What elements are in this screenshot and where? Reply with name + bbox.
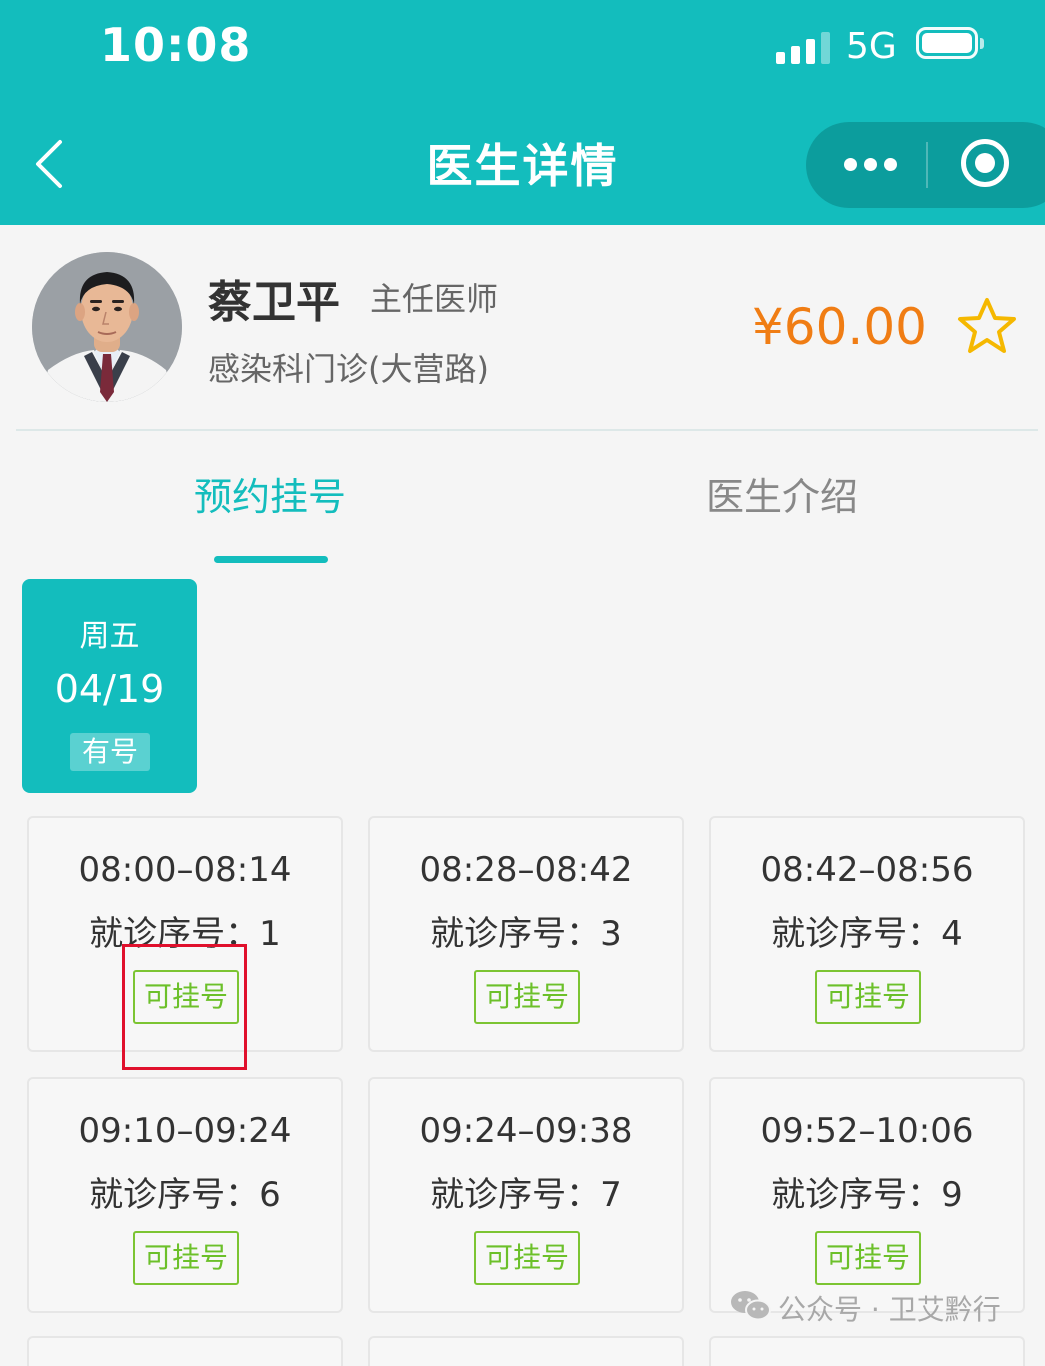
register-button[interactable]: 可挂号 (815, 1231, 921, 1285)
slot-seq-label: 就诊序号： (771, 1175, 942, 1215)
star-outline-icon (958, 298, 1016, 353)
battery-icon (916, 27, 984, 63)
time-slot-card-partial (368, 1336, 684, 1366)
doctor-name: 蔡卫平 (208, 277, 340, 328)
slot-seq-value: 3 (600, 914, 622, 954)
date-weekday: 周五 (79, 619, 140, 654)
time-slot-card-partial (27, 1336, 343, 1366)
slot-time: 09:10–09:24 (78, 1111, 292, 1151)
info-divider (16, 429, 1038, 431)
slot-time: 08:42–08:56 (760, 850, 974, 890)
slot-sequence: 就诊序号：3 (370, 906, 682, 955)
date-day: 04/19 (54, 667, 165, 711)
slot-seq-value: 6 (259, 1175, 281, 1215)
tab-active-indicator (214, 556, 328, 563)
slot-seq-label: 就诊序号： (771, 914, 942, 954)
time-slot-card: 08:42–08:56 就诊序号：4 可挂号 (709, 816, 1025, 1052)
date-status-badge: 有号 (70, 733, 150, 771)
doctor-title: 主任医师 (370, 280, 499, 318)
register-button[interactable]: 可挂号 (133, 1231, 239, 1285)
network-type: 5G (846, 26, 897, 67)
register-button[interactable]: 可挂号 (474, 1231, 580, 1285)
register-button[interactable]: 可挂号 (815, 970, 921, 1024)
close-mini-program-button[interactable] (940, 122, 1030, 208)
more-button[interactable] (826, 122, 916, 208)
time-slot-card-partial (709, 1336, 1025, 1366)
doctor-avatar (32, 252, 182, 402)
time-slot-card: 09:24–09:38 就诊序号：7 可挂号 (368, 1077, 684, 1313)
slot-seq-value: 7 (600, 1175, 622, 1215)
slot-time: 08:28–08:42 (419, 850, 633, 890)
slot-seq-value: 1 (259, 914, 281, 954)
slot-seq-value: 4 (941, 914, 963, 954)
tab-doctor-intro[interactable]: 医生介绍 (706, 466, 858, 521)
doctor-department: 感染科门诊(大营路) (208, 350, 489, 388)
slot-time: 09:24–09:38 (419, 1111, 633, 1151)
slot-sequence: 就诊序号：4 (711, 906, 1023, 955)
register-button[interactable]: 可挂号 (474, 970, 580, 1024)
date-card[interactable]: 周五 04/19 有号 (22, 579, 197, 793)
slot-seq-value: 9 (941, 1175, 963, 1215)
wechat-icon (731, 1291, 771, 1321)
time-slot-card: 09:52–10:06 就诊序号：9 可挂号 (709, 1077, 1025, 1313)
mini-program-capsule (806, 122, 1045, 208)
status-time: 10:08 (100, 18, 252, 72)
header: 10:08 5G 医生详情 (0, 0, 1045, 225)
consultation-price: ¥60.00 (752, 298, 927, 356)
highlight-annotation (122, 944, 247, 1070)
slot-sequence: 就诊序号：6 (29, 1167, 341, 1216)
slot-seq-label: 就诊序号： (89, 1175, 260, 1215)
slot-seq-label: 就诊序号： (430, 1175, 601, 1215)
watermark-text: 公众号 · 卫艾黔行 (778, 1293, 1001, 1326)
slot-time: 09:52–10:06 (760, 1111, 974, 1151)
slot-sequence: 就诊序号：9 (711, 1167, 1023, 1216)
slot-time: 08:00–08:14 (78, 850, 292, 890)
tab-booking[interactable]: 预约挂号 (194, 466, 346, 521)
slot-sequence: 就诊序号：7 (370, 1167, 682, 1216)
time-slot-card: 08:28–08:42 就诊序号：3 可挂号 (368, 816, 684, 1052)
favorite-button[interactable] (954, 294, 1020, 360)
signal-bars-icon (776, 30, 830, 64)
time-slot-card: 09:10–09:24 就诊序号：6 可挂号 (27, 1077, 343, 1313)
capsule-divider (926, 142, 928, 188)
slot-seq-label: 就诊序号： (430, 914, 601, 954)
